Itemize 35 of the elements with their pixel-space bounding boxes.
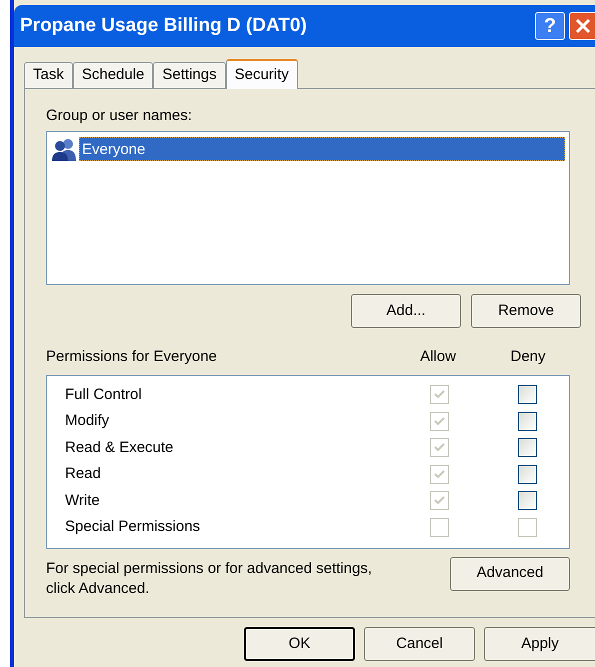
list-action-button[interactable]: Remove — [471, 294, 581, 328]
permission-name: Read & Execute — [65, 438, 174, 458]
permission-name: Full Control — [65, 384, 143, 404]
permission-name: Write — [65, 490, 101, 510]
tab[interactable]: Security — [226, 59, 298, 89]
tab[interactable]: Task — [24, 62, 73, 88]
dialog-button[interactable]: Cancel — [364, 627, 475, 661]
checkbox[interactable] — [518, 438, 536, 458]
permission-name: Special Permissions — [65, 517, 202, 537]
user-item[interactable]: Everyone — [79, 137, 565, 161]
user-list[interactable]: Everyone — [46, 131, 570, 285]
permission-name: Read — [65, 464, 102, 484]
tab[interactable]: Schedule — [72, 62, 154, 88]
checkmark-icon — [432, 468, 446, 481]
checkbox[interactable] — [518, 491, 536, 510]
group-label: Group or user names: — [46, 107, 193, 125]
checkbox[interactable] — [518, 385, 536, 404]
help-button[interactable]: ? — [535, 12, 565, 40]
dialog-button[interactable]: Apply — [484, 627, 595, 661]
column-header: Deny — [509, 347, 547, 367]
permission-name: Modify — [65, 411, 110, 431]
advanced-note: For special permissions or for advanced settings, click Advanced. — [46, 558, 373, 598]
permissions-label: Permissions for Everyone — [46, 347, 218, 367]
dialog-button[interactable]: OK — [244, 627, 355, 661]
list-action-button[interactable]: Add... — [351, 294, 461, 328]
advanced-button[interactable]: Advanced — [450, 556, 570, 590]
checkbox[interactable] — [518, 464, 536, 484]
checkmark-icon — [432, 414, 446, 428]
close-icon — [574, 18, 590, 34]
checkbox[interactable] — [518, 412, 536, 431]
column-header: Allow — [419, 347, 457, 367]
users-icon — [51, 137, 77, 161]
tab[interactable]: Settings — [153, 62, 226, 88]
close-button[interactable] — [569, 12, 595, 40]
window-title: Propane Usage Billing D (DAT0) — [20, 14, 308, 38]
